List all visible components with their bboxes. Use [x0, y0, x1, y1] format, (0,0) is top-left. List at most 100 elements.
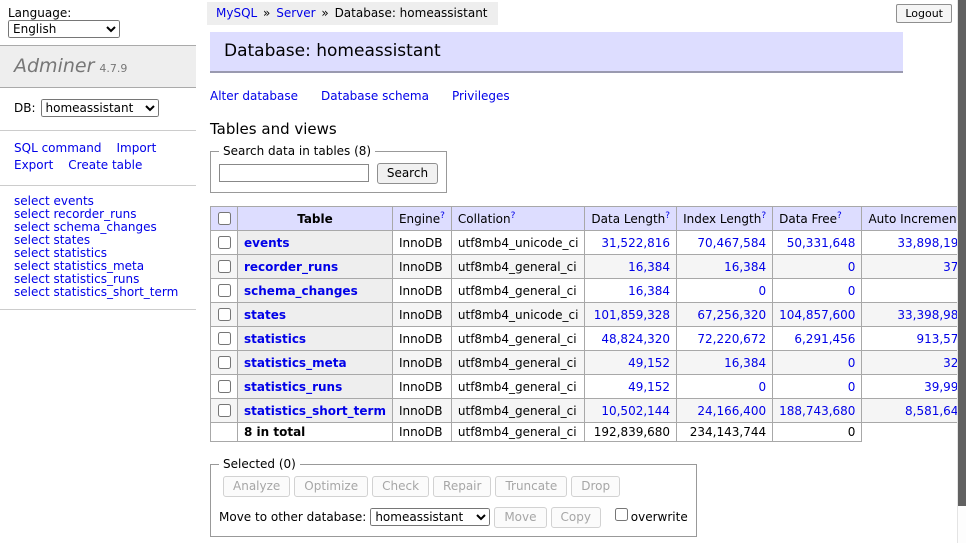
- language-label: Language:: [8, 6, 71, 20]
- data-free-link[interactable]: 0: [848, 380, 856, 394]
- repair-button[interactable]: Repair: [433, 476, 491, 497]
- collation-help-link[interactable]: ?: [511, 211, 516, 221]
- app-version: 4.7.9: [99, 62, 127, 75]
- database-schema-link[interactable]: Database schema: [321, 89, 429, 103]
- index-length-link[interactable]: 0: [758, 284, 766, 298]
- col-header-data-length: Data Length?: [585, 207, 677, 231]
- table-row-schema-changes: schema_changes InnoDB utf8mb4_general_ci…: [211, 279, 966, 303]
- optimize-button[interactable]: Optimize: [294, 476, 368, 497]
- overwrite-checkbox[interactable]: [615, 508, 628, 521]
- search-input[interactable]: [219, 164, 369, 182]
- data-free-link[interactable]: 0: [848, 356, 856, 370]
- data-length-link[interactable]: 16,384: [628, 260, 670, 274]
- data-length-link[interactable]: 101,859,328: [594, 308, 670, 322]
- data-free-link[interactable]: 0: [848, 260, 856, 274]
- index-length-link[interactable]: 0: [758, 380, 766, 394]
- index-length-link[interactable]: 16,384: [724, 356, 766, 370]
- data-length-link[interactable]: 49,152: [628, 356, 670, 370]
- index-length-help-link[interactable]: ?: [761, 211, 766, 221]
- row-checkbox[interactable]: [218, 356, 231, 369]
- table-header-row: Table Engine? Collation? Data Length? In…: [211, 207, 966, 231]
- index-length-link[interactable]: 16,384: [724, 260, 766, 274]
- engine-help-link[interactable]: ?: [440, 211, 445, 221]
- total-empty-cell: [211, 423, 238, 442]
- language-select[interactable]: English: [8, 20, 120, 38]
- index-length-link[interactable]: 24,166,400: [697, 404, 766, 418]
- collation-cell: utf8mb4_unicode_ci: [451, 231, 585, 255]
- data-length-help-link[interactable]: ?: [665, 211, 670, 221]
- total-data-free: 0: [773, 423, 862, 442]
- database-action-links: Alter database Database schema Privileges: [210, 89, 907, 103]
- table-link[interactable]: statistics_meta: [244, 356, 347, 370]
- select-all-checkbox[interactable]: [218, 212, 231, 225]
- collation-cell: utf8mb4_unicode_ci: [451, 303, 585, 327]
- col-header-auto-increment: Auto Increment?: [862, 207, 966, 231]
- data-length-link[interactable]: 16,384: [628, 284, 670, 298]
- table-link[interactable]: statistics: [244, 332, 306, 346]
- engine-cell: InnoDB: [392, 279, 451, 303]
- breadcrumb-link-server[interactable]: Server: [276, 6, 315, 20]
- row-checkbox[interactable]: [218, 404, 231, 417]
- index-length-link[interactable]: 67,256,320: [697, 308, 766, 322]
- total-collation-cell: utf8mb4_general_ci: [451, 423, 585, 442]
- collation-cell: utf8mb4_general_ci: [451, 255, 585, 279]
- drop-button[interactable]: Drop: [571, 476, 620, 497]
- check-button[interactable]: Check: [372, 476, 429, 497]
- col-header-table: Table: [238, 207, 393, 231]
- analyze-button[interactable]: Analyze: [223, 476, 290, 497]
- sidebar-link-export[interactable]: Export: [14, 157, 53, 174]
- data-free-link[interactable]: 50,331,648: [787, 236, 856, 250]
- search-legend: Search data in tables (8): [219, 144, 375, 158]
- tables-table: Table Engine? Collation? Data Length? In…: [210, 206, 966, 442]
- vertical-scrollbar[interactable]: [957, 0, 966, 543]
- row-checkbox[interactable]: [218, 308, 231, 321]
- row-checkbox[interactable]: [218, 380, 231, 393]
- sidebar-table-list: select events select recorder_runs selec…: [0, 186, 196, 310]
- sidebar-menu-links: SQL command Import Export Create table: [0, 131, 196, 186]
- scrollbar-thumb[interactable]: [958, 0, 966, 506]
- auto-increment-link[interactable]: 33,898,196: [897, 236, 966, 250]
- table-row-statistics-meta: statistics_meta InnoDB utf8mb4_general_c…: [211, 351, 966, 375]
- row-checkbox[interactable]: [218, 284, 231, 297]
- table-link[interactable]: statistics_runs: [244, 380, 342, 394]
- collation-cell: utf8mb4_general_ci: [451, 375, 585, 399]
- db-select[interactable]: homeassistant: [41, 99, 159, 117]
- data-free-link[interactable]: 104,857,600: [779, 308, 855, 322]
- data-length-link[interactable]: 48,824,320: [601, 332, 670, 346]
- alter-database-link[interactable]: Alter database: [210, 89, 298, 103]
- logout-button[interactable]: Logout: [896, 4, 952, 23]
- table-link[interactable]: recorder_runs: [244, 260, 338, 274]
- data-length-link[interactable]: 49,152: [628, 380, 670, 394]
- move-database-select[interactable]: homeassistant: [370, 508, 490, 526]
- search-button[interactable]: Search: [377, 163, 438, 184]
- sidebar-link-import[interactable]: Import: [116, 140, 156, 157]
- index-length-link[interactable]: 72,220,672: [697, 332, 766, 346]
- sidebar-link-create-table[interactable]: Create table: [68, 157, 142, 174]
- data-free-link[interactable]: 0: [848, 284, 856, 298]
- truncate-button[interactable]: Truncate: [495, 476, 567, 497]
- table-total-row: 8 in total InnoDB utf8mb4_general_ci 192…: [211, 423, 966, 442]
- sidebar-item-select-statistics-short-term[interactable]: select statistics_short_term: [14, 286, 196, 299]
- row-checkbox[interactable]: [218, 260, 231, 273]
- table-link[interactable]: events: [244, 236, 290, 250]
- row-checkbox[interactable]: [218, 332, 231, 345]
- copy-button[interactable]: Copy: [551, 507, 601, 528]
- data-length-link[interactable]: 10,502,144: [601, 404, 670, 418]
- table-link[interactable]: statistics_short_term: [244, 404, 386, 418]
- auto-increment-link[interactable]: 33,398,984: [897, 308, 966, 322]
- data-free-link[interactable]: 6,291,456: [794, 332, 855, 346]
- index-length-link[interactable]: 70,467,584: [697, 236, 766, 250]
- row-checkbox[interactable]: [218, 236, 231, 249]
- breadcrumb-link-mysql[interactable]: MySQL: [216, 6, 257, 20]
- app-name: Adminer: [14, 55, 94, 77]
- sidebar-link-sql-command[interactable]: SQL command: [14, 140, 101, 157]
- table-link[interactable]: schema_changes: [244, 284, 358, 298]
- table-row-statistics: statistics InnoDB utf8mb4_general_ci 48,…: [211, 327, 966, 351]
- data-length-link[interactable]: 31,522,816: [601, 236, 670, 250]
- table-link[interactable]: states: [244, 308, 286, 322]
- data-free-help-link[interactable]: ?: [837, 211, 842, 221]
- data-free-link[interactable]: 188,743,680: [779, 404, 855, 418]
- privileges-link[interactable]: Privileges: [452, 89, 510, 103]
- move-button[interactable]: Move: [494, 507, 546, 528]
- col-header-collation: Collation?: [451, 207, 585, 231]
